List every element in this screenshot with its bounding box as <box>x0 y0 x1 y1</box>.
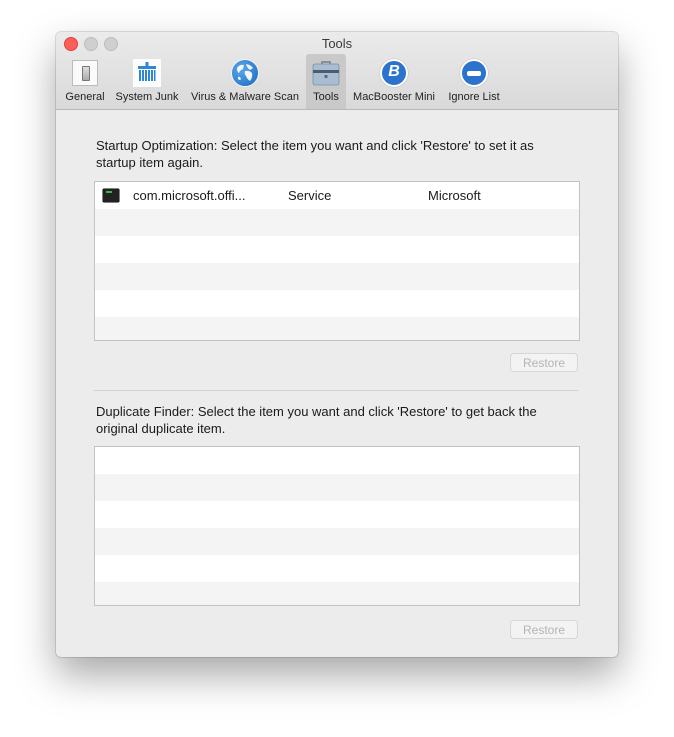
tab-label: General <box>65 91 105 103</box>
startup-restore-button[interactable]: Restore <box>510 353 578 372</box>
empty-row <box>95 263 579 290</box>
empty-row <box>95 290 579 317</box>
tab-label: System Junk <box>115 91 179 103</box>
tab-label: MacBooster Mini <box>353 91 435 103</box>
minus-circle-icon <box>459 58 489 88</box>
terminal-icon <box>103 189 119 202</box>
tab-tools[interactable]: Tools <box>306 54 346 109</box>
globe-icon <box>230 58 260 88</box>
tab-macbooster-mini[interactable]: B MacBooster Mini <box>348 54 440 109</box>
empty-row <box>95 209 579 236</box>
empty-row <box>95 447 579 474</box>
duplicate-description: Duplicate Finder: Select the item you wa… <box>96 404 537 436</box>
table-row[interactable]: com.microsoft.offi... Service Microsoft <box>95 182 579 209</box>
window-title: Tools <box>321 36 353 51</box>
startup-description: Startup Optimization: Select the item yo… <box>96 138 534 170</box>
empty-row <box>95 582 579 605</box>
item-type: Service <box>288 188 332 203</box>
tab-label: Ignore List <box>448 91 500 103</box>
tab-general[interactable]: General <box>60 54 110 109</box>
empty-row <box>95 317 579 340</box>
tools-window: Tools General System Junk Virus & Malwar… <box>56 32 618 657</box>
tab-virus-malware-scan[interactable]: Virus & Malware Scan <box>185 54 305 109</box>
empty-row <box>95 474 579 501</box>
tab-label: Virus & Malware Scan <box>190 91 299 103</box>
item-vendor: Microsoft <box>428 188 481 203</box>
tab-ignore-list[interactable]: Ignore List <box>443 54 505 109</box>
titlebar-toolbar: Tools General System Junk Virus & Malwar… <box>56 32 618 110</box>
startup-items-table[interactable]: com.microsoft.offi... Service Microsoft <box>94 181 580 341</box>
macbooster-b-icon: B <box>379 58 409 88</box>
empty-row <box>95 501 579 528</box>
toolbox-icon <box>311 58 341 88</box>
tab-label: Tools <box>313 91 339 103</box>
broom-icon <box>132 58 162 88</box>
section-divider <box>94 390 578 391</box>
tab-system-junk[interactable]: System Junk <box>111 54 183 109</box>
empty-row <box>95 236 579 263</box>
switch-icon <box>70 58 100 88</box>
duplicate-items-table[interactable] <box>94 446 580 606</box>
empty-row <box>95 528 579 555</box>
empty-row <box>95 555 579 582</box>
item-name: com.microsoft.offi... <box>133 188 246 203</box>
duplicate-restore-button[interactable]: Restore <box>510 620 578 639</box>
